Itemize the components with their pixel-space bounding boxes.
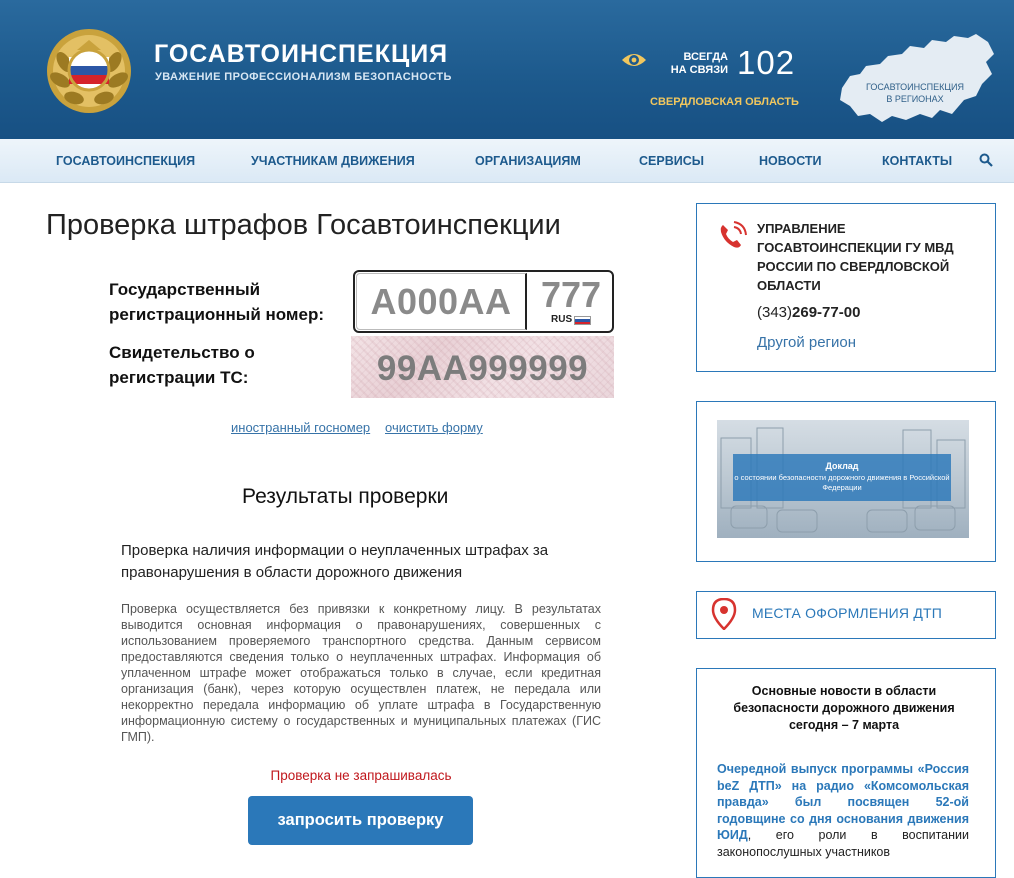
russian-flag-icon <box>574 316 591 325</box>
check-title: Проверка наличия информации о неуплаченн… <box>121 542 549 581</box>
nav-item-road-users[interactable]: УЧАСТНИКАМ ДВИЖЕНИЯ <box>251 154 415 168</box>
plate-main-field[interactable]: А000АА <box>356 273 527 330</box>
plate-number-input[interactable]: А000АА 777 RUS <box>353 270 614 333</box>
nav-item-news[interactable]: НОВОСТИ <box>759 154 822 168</box>
plate-number-label: Государственный регистрационный номер: <box>109 280 325 324</box>
report-card: Доклад о состоянии безопасности дорожног… <box>696 401 996 562</box>
site-slogan: УВАЖЕНИЕ ПРОФЕССИОНАЛИЗМ БЕЗОПАСНОСТЬ <box>155 71 452 83</box>
contact-organization: УПРАВЛЕНИЕ ГОСАВТОИНСПЕКЦИИ ГУ МВД РОССИ… <box>757 221 954 293</box>
news-card: Основные новости в области безопасности … <box>696 668 996 878</box>
site-header: ГОСАВТОИНСПЕКЦИЯ УВАЖЕНИЕ ПРОФЕССИОНАЛИЗ… <box>0 0 1014 139</box>
traffic-police-emblem-icon[interactable] <box>44 26 134 116</box>
foreign-plate-link[interactable]: иностранный госномер <box>231 420 370 435</box>
russia-map-icon[interactable] <box>836 30 998 126</box>
clear-form-link[interactable]: очистить форму <box>385 420 483 435</box>
hotline-number[interactable]: 102 <box>737 44 795 82</box>
eye-icon <box>622 54 646 66</box>
other-region-link[interactable]: Другой регион <box>757 334 856 351</box>
check-description: Проверка осуществляется без привязки к к… <box>121 602 601 744</box>
contact-card: УПРАВЛЕНИЕ ГОСАВТОИНСПЕКЦИИ ГУ МВД РОССИ… <box>696 203 996 372</box>
certificate-input[interactable]: 99АА999999 <box>351 336 614 398</box>
plate-region-field[interactable]: 777 RUS <box>531 273 611 330</box>
accident-locations-card[interactable]: МЕСТА ОФОРМЛЕНИЯ ДТП <box>696 591 996 639</box>
request-check-button[interactable]: запросить проверку <box>248 796 473 845</box>
plate-region-code: 777 <box>540 274 602 315</box>
nav-item-contacts[interactable]: КОНТАКТЫ <box>882 154 952 168</box>
report-banner[interactable]: Доклад о состоянии безопасности дорожног… <box>717 420 969 538</box>
plate-country-code: RUS <box>551 314 573 325</box>
check-status: Проверка не запрашивалась <box>270 768 452 783</box>
accident-locations-link[interactable]: МЕСТА ОФОРМЛЕНИЯ ДТП <box>752 605 942 621</box>
site-title[interactable]: ГОСАВТОИНСПЕКЦИЯ <box>154 40 448 69</box>
news-heading: Основные новости в области безопасности … <box>733 684 955 732</box>
nav-item-gibdd[interactable]: ГОСАВТОИНСПЕКЦИЯ <box>56 154 195 168</box>
news-item[interactable]: Очередной выпуск программы «Россия beZ Д… <box>717 761 969 860</box>
nav-item-organizations[interactable]: ОРГАНИЗАЦИЯМ <box>475 154 581 168</box>
report-label: Доклад о состоянии безопасности дорожног… <box>733 454 951 501</box>
contact-phone[interactable]: (343)269-77-00 <box>757 304 860 321</box>
certificate-placeholder: 99АА999999 <box>376 349 589 388</box>
nav-item-services[interactable]: СЕРВИСЫ <box>639 154 704 168</box>
results-title: Результаты проверки <box>242 485 449 508</box>
region-name[interactable]: СВЕРДЛОВСКАЯ ОБЛАСТЬ <box>650 96 799 108</box>
map-pin-icon <box>711 598 737 630</box>
main-navigation: ГОСАВТОИНСПЕКЦИЯ УЧАСТНИКАМ ДВИЖЕНИЯ ОРГ… <box>0 139 1014 183</box>
search-icon[interactable] <box>979 153 993 167</box>
map-caption[interactable]: ГОСАВТОИНСПЕКЦИЯ В РЕГИОНАХ <box>860 81 970 105</box>
page-title: Проверка штрафов Госавтоинспекции <box>46 209 561 241</box>
phone-icon <box>720 221 747 248</box>
certificate-label: Свидетельство о регистрации ТС: <box>109 343 255 387</box>
always-in-touch-label: ВСЕГДА НА СВЯЗИ <box>670 51 728 76</box>
